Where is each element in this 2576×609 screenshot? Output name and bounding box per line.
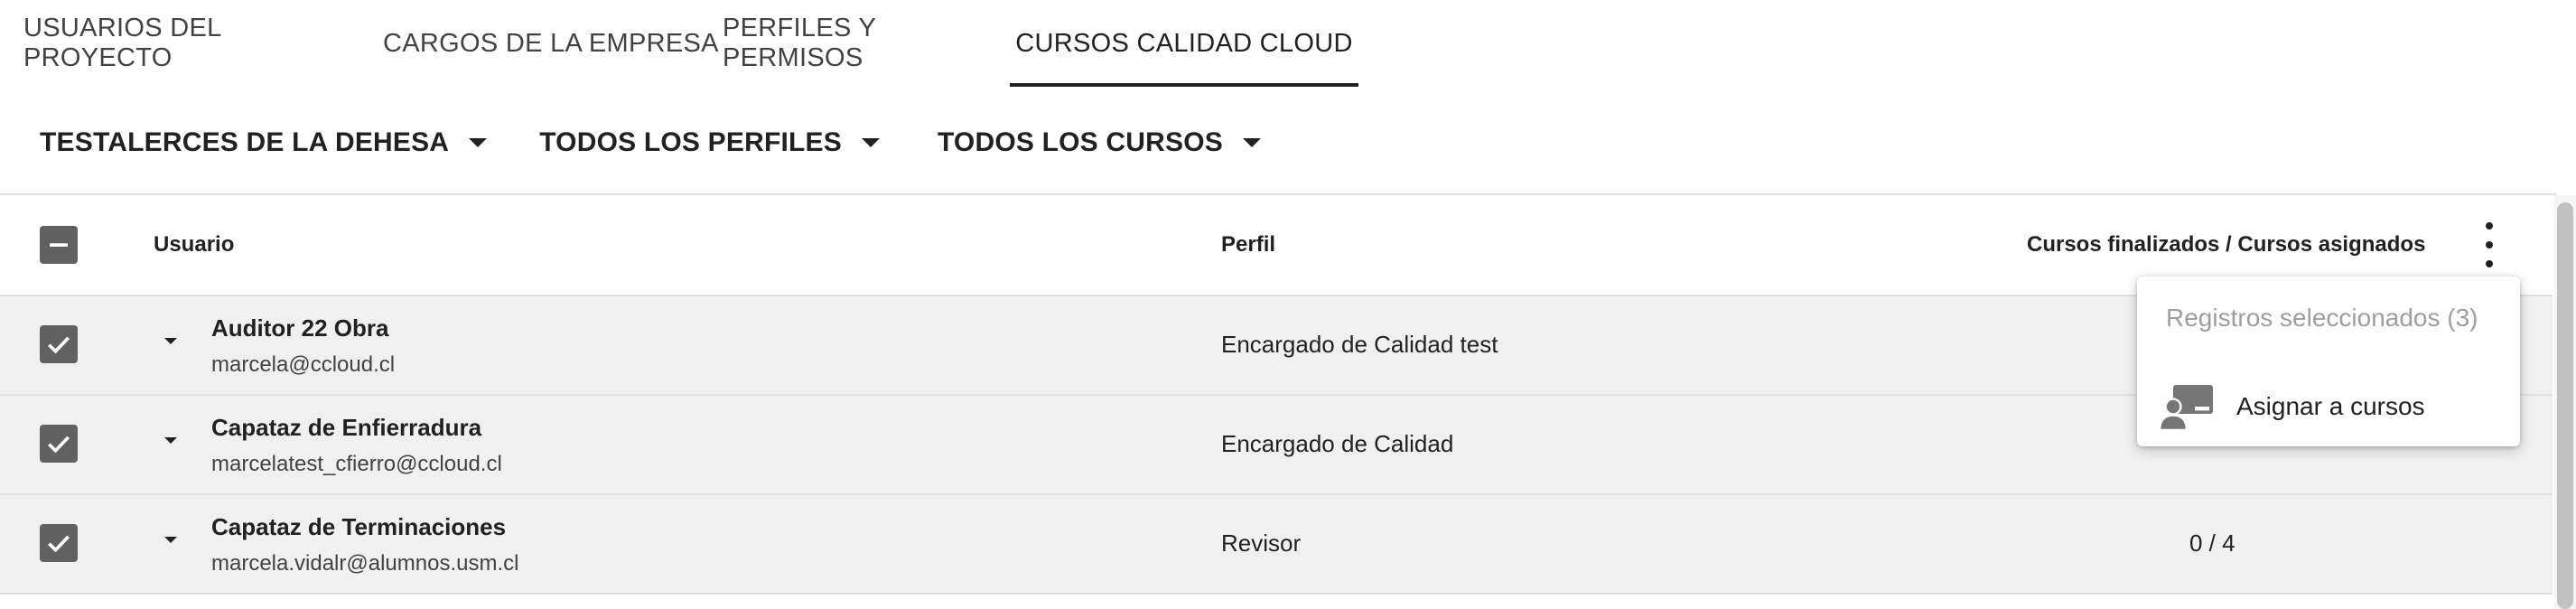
courses-filter-label: TODOS LOS CURSOS xyxy=(937,127,1223,157)
assign-course-icon xyxy=(2159,385,2213,432)
profiles-filter-dropdown[interactable]: TODOS LOS PERFILES xyxy=(539,127,880,158)
expand-row-icon[interactable] xyxy=(164,437,177,444)
column-header-profile[interactable]: Perfil xyxy=(1221,195,1275,295)
courses-count: 0 / 4 xyxy=(2189,529,2235,557)
bulk-actions-menu: Registros seleccionados (3) Asignar a cu… xyxy=(2137,276,2520,446)
menu-item-assign-courses[interactable]: Asignar a cursos xyxy=(2137,372,2520,441)
company-filter-label: TESTALERCES DE LA DEHESA xyxy=(40,127,450,157)
filter-bar: TESTALERCES DE LA DEHESA TODOS LOS PERFI… xyxy=(0,107,1261,179)
select-all-checkbox[interactable] xyxy=(40,226,78,264)
company-filter-dropdown[interactable]: TESTALERCES DE LA DEHESA xyxy=(40,127,488,158)
user-profile: Encargado de Calidad xyxy=(1221,430,1454,457)
expand-row-icon[interactable] xyxy=(164,537,177,543)
minus-icon xyxy=(50,243,68,247)
row-checkbox[interactable] xyxy=(40,325,78,363)
tab-usuarios-del-proyecto[interactable]: USUARIOS DEL PROYECTO xyxy=(0,0,372,87)
caret-down-icon xyxy=(469,138,488,147)
table-row[interactable]: Capataz de Terminaciones marcela.vidalr@… xyxy=(0,495,2553,595)
user-email: marcelatest_cfierro@ccloud.cl xyxy=(211,452,502,476)
user-name: Capataz de Terminaciones xyxy=(211,513,507,540)
check-icon xyxy=(48,535,70,553)
profiles-filter-label: TODOS LOS PERFILES xyxy=(539,127,842,157)
row-checkbox[interactable] xyxy=(40,524,78,562)
menu-item-label: Asignar a cursos xyxy=(2236,392,2425,420)
row-checkbox[interactable] xyxy=(40,425,78,463)
tab-cargos-de-la-empresa[interactable]: CARGOS DE LA EMPRESA xyxy=(372,0,723,87)
tab-cursos-calidad-cloud[interactable]: CURSOS CALIDAD CLOUD xyxy=(1010,0,1358,87)
courses-filter-dropdown[interactable]: TODOS LOS CURSOS xyxy=(938,127,1261,158)
user-email: marcela@ccloud.cl xyxy=(211,352,396,377)
user-profile: Encargado de Calidad test xyxy=(1221,331,1498,358)
user-profile: Revisor xyxy=(1221,529,1302,557)
check-icon xyxy=(48,436,70,454)
column-header-user[interactable]: Usuario xyxy=(154,195,234,295)
user-name: Auditor 22 Obra xyxy=(211,314,389,342)
tab-bar: USUARIOS DEL PROYECTO CARGOS DE LA EMPRE… xyxy=(0,0,1358,87)
expand-row-icon[interactable] xyxy=(164,338,177,344)
caret-down-icon xyxy=(861,138,880,147)
scrollbar-thumb[interactable] xyxy=(2557,202,2573,609)
user-name: Capataz de Enfierradura xyxy=(211,414,482,441)
user-email: marcela.vidalr@alumnos.usm.cl xyxy=(211,551,519,576)
caret-down-icon xyxy=(1242,138,1261,147)
menu-header: Registros seleccionados (3) xyxy=(2166,304,2478,332)
page: USUARIOS DEL PROYECTO CARGOS DE LA EMPRE… xyxy=(0,0,2576,609)
tab-perfiles-y-permisos[interactable]: PERFILES Y PERMISOS xyxy=(723,0,1010,87)
check-icon xyxy=(48,336,70,354)
more-vert-icon[interactable] xyxy=(2475,222,2504,267)
